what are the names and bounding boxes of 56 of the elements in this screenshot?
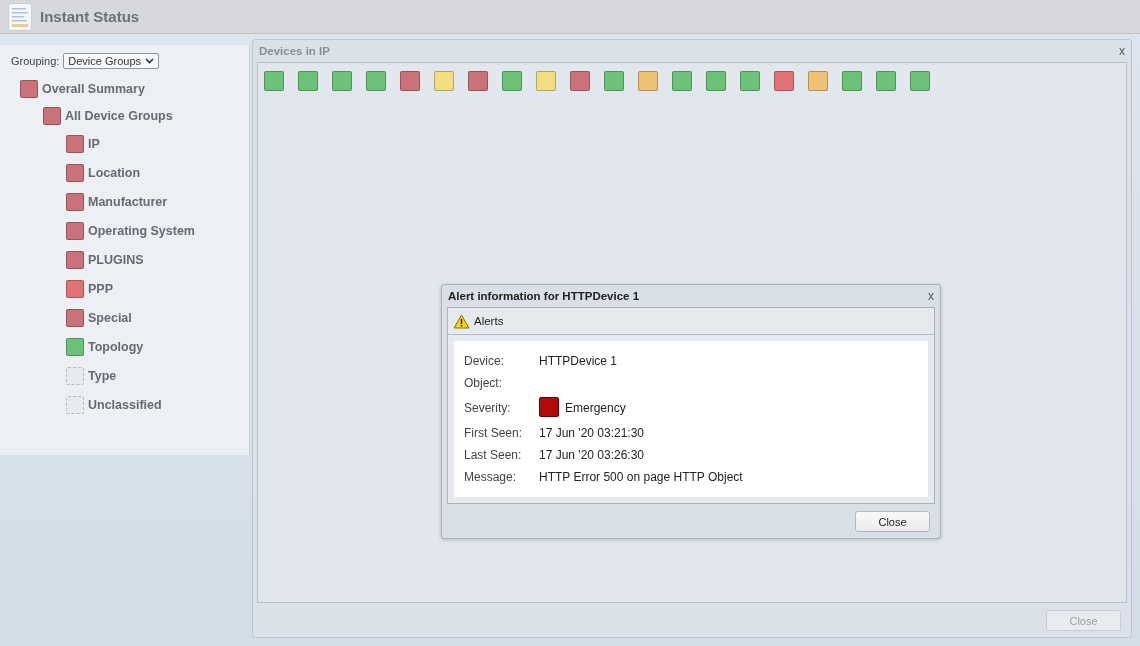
field-value: HTTPDevice 1	[539, 354, 618, 368]
tree-item[interactable]: Manufacturer	[88, 194, 168, 209]
tree-item[interactable]: Overall Summary	[42, 81, 145, 96]
chevron-down-icon	[145, 58, 155, 64]
device-status-square[interactable]	[332, 71, 352, 91]
close-icon[interactable]: x	[1119, 44, 1125, 58]
tree-item[interactable]: Type	[88, 368, 117, 383]
grouping-label: Grouping:	[11, 55, 60, 67]
device-status-square[interactable]	[740, 71, 760, 91]
device-status-square[interactable]	[434, 71, 454, 91]
tree-item[interactable]: Special	[88, 310, 132, 325]
device-status-square[interactable]	[842, 71, 862, 91]
field-value: 17 Jun '20 03:26:30	[539, 448, 645, 462]
device-status-square[interactable]	[264, 71, 284, 91]
device-status-square[interactable]	[298, 71, 318, 91]
section-title: Alerts	[474, 315, 504, 327]
field-label: Last Seen:	[464, 447, 523, 463]
tree-item[interactable]: Topology	[88, 339, 144, 354]
device-status-square[interactable]	[604, 71, 624, 91]
tree-item[interactable]: IP	[88, 136, 100, 151]
field-label: First Seen:	[464, 425, 524, 441]
status-square	[66, 366, 84, 385]
tree-item[interactable]: Unclassified	[88, 397, 162, 412]
tree-item[interactable]: PPP	[88, 281, 113, 296]
tree-item[interactable]: Operating System	[88, 223, 195, 238]
device-status-square[interactable]	[366, 71, 386, 91]
field-value: Emergency	[565, 401, 626, 415]
status-square	[66, 395, 84, 414]
device-status-square[interactable]	[808, 71, 828, 91]
field-label: Device:	[464, 353, 505, 369]
device-status-square[interactable]	[774, 71, 794, 91]
close-icon[interactable]: x	[928, 289, 934, 303]
device-status-square[interactable]	[876, 71, 896, 91]
grouping-dropdown[interactable]: Device Groups	[63, 53, 160, 69]
field-label: Severity:	[464, 400, 512, 417]
device-status-square[interactable]	[400, 71, 420, 91]
warning-icon	[453, 313, 470, 329]
close-button[interactable]: Close	[855, 511, 930, 532]
field-value: HTTP Error 500 on page HTTP Object	[539, 470, 743, 484]
tree-item[interactable]: Location	[88, 165, 141, 180]
field-label: Object:	[464, 375, 503, 391]
device-status-square[interactable]	[536, 71, 556, 91]
device-status-square[interactable]	[910, 71, 930, 91]
field-value: 17 Jun '20 03:21:30	[539, 426, 645, 440]
field-label: Message:	[464, 469, 518, 485]
dialog-title: Alert information for HTTPDevice 1	[448, 290, 640, 302]
device-status-square[interactable]	[638, 71, 658, 91]
device-status-square[interactable]	[502, 71, 522, 91]
device-status-square[interactable]	[570, 71, 590, 91]
device-status-square[interactable]	[706, 71, 726, 91]
window-title: Devices in IP	[259, 45, 330, 57]
device-status-square[interactable]	[672, 71, 692, 91]
page-title: Instant Status	[40, 8, 140, 25]
tree-item[interactable]: All Device Groups	[65, 108, 173, 123]
device-status-square[interactable]	[468, 71, 488, 91]
tree-item[interactable]: PLUGINS	[88, 252, 144, 267]
